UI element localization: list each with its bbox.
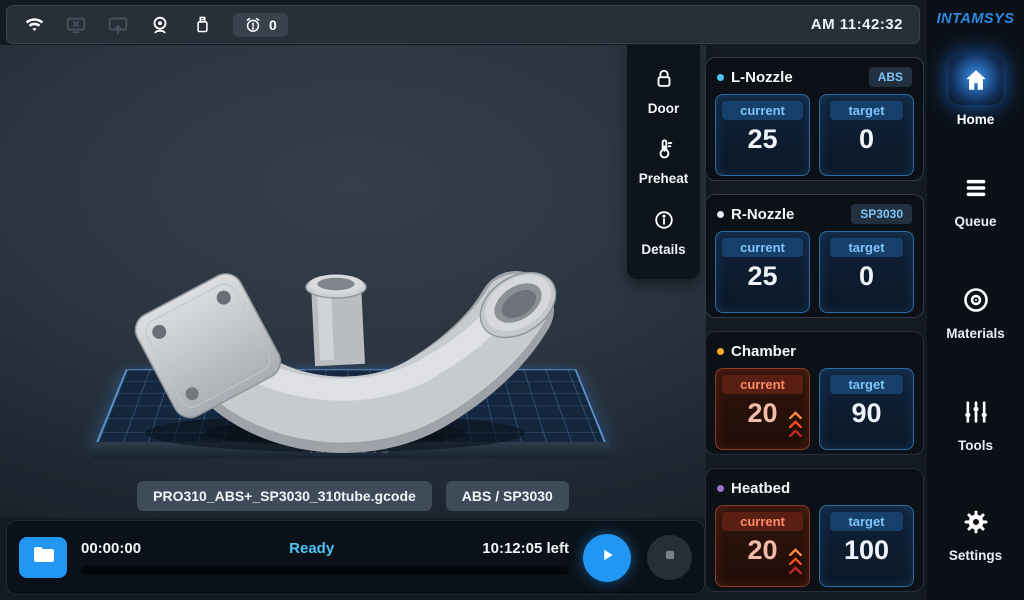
material-badge: ABS [869, 67, 912, 87]
target-label: target [830, 101, 902, 120]
door-button[interactable]: Door [648, 68, 680, 116]
current-temp-box: current 25 [715, 231, 810, 313]
nav-item-tools[interactable]: Tools [927, 398, 1024, 453]
current-label: current [722, 238, 803, 257]
nav-label: Queue [954, 214, 996, 229]
folder-icon [31, 543, 55, 572]
temp-card-name: L-Nozzle [731, 69, 793, 86]
temp-card-name: Heatbed [731, 480, 790, 497]
target-label: target [830, 238, 902, 257]
temp-card-l-nozzle[interactable]: L-Nozzle ABS current 25 target 0 [705, 57, 924, 181]
heating-up-icon [789, 548, 802, 574]
nav-sidebar: INTAMSYS Home Queue Materials Tools [927, 0, 1024, 600]
target-temp-value: 0 [820, 261, 913, 292]
camera-icon[interactable] [149, 14, 171, 36]
nav-label: Settings [949, 548, 1002, 563]
open-file-button[interactable] [19, 537, 67, 578]
current-temp-box: current 20 [715, 368, 810, 450]
brand-logo: INTAMSYS [927, 11, 1024, 27]
progress-area: 00:00:00 Ready 10:12:05 left [81, 540, 569, 575]
usb-drive-icon[interactable] [191, 14, 213, 36]
nav-item-materials[interactable]: Materials [927, 286, 1024, 341]
target-temp-box[interactable]: target 90 [819, 368, 914, 450]
gcode-filename-chip: PRO310_ABS+_SP3030_310tube.gcode [137, 481, 432, 511]
nav-label: Tools [958, 438, 993, 453]
status-bar: 0 AM 11:42:32 [6, 5, 920, 44]
preheat-button[interactable]: Preheat [639, 138, 689, 186]
print-control-bar: 00:00:00 Ready 10:12:05 left [6, 520, 705, 595]
target-label: target [830, 512, 902, 531]
target-temp-box[interactable]: target 0 [819, 94, 914, 176]
temperature-panel: L-Nozzle ABS current 25 target 0 R-Nozzl… [705, 57, 925, 600]
alarm-icon [244, 16, 262, 34]
screen-share-icon[interactable] [107, 14, 129, 36]
preheat-label: Preheat [639, 171, 689, 186]
progress-bar [81, 566, 569, 575]
remaining-time: 10:12:05 left [482, 540, 569, 557]
target-temp-box[interactable]: target 100 [819, 505, 914, 587]
spool-icon [961, 286, 991, 319]
target-label: target [830, 375, 902, 394]
queue-icon [961, 174, 991, 207]
file-info-row: PRO310_ABS+_SP3030_310tube.gcode ABS / S… [0, 481, 706, 511]
home-icon [949, 55, 1003, 105]
temp-card-name: Chamber [731, 343, 796, 360]
play-icon [596, 544, 618, 571]
details-label: Details [641, 242, 685, 257]
material-badge: SP3030 [851, 204, 912, 224]
info-icon [653, 209, 675, 236]
printed-part-3d-model [95, 195, 565, 455]
wifi-icon[interactable] [23, 14, 45, 36]
status-dot [717, 348, 724, 355]
model-viewport[interactable]: INTAMSYS [0, 45, 706, 518]
target-temp-value: 0 [820, 124, 913, 155]
elapsed-time: 00:00:00 [81, 540, 141, 557]
temp-card-r-nozzle[interactable]: R-Nozzle SP3030 current 25 target 0 [705, 194, 924, 318]
nav-item-home[interactable]: Home [927, 55, 1024, 127]
lock-icon [653, 68, 675, 95]
status-dot [717, 74, 724, 81]
temp-card-heatbed[interactable]: Heatbed current 20 target 100 [705, 468, 924, 592]
status-dot [717, 485, 724, 492]
alert-count: 0 [269, 17, 277, 33]
start-print-button[interactable] [583, 534, 631, 582]
material-chip: ABS / SP3030 [446, 481, 569, 511]
current-label: current [722, 375, 803, 394]
target-temp-value: 100 [820, 535, 913, 566]
status-dot [717, 211, 724, 218]
printer-status: Ready [289, 540, 334, 557]
nav-label: Home [957, 112, 995, 127]
target-temp-value: 90 [820, 398, 913, 429]
sliders-icon [961, 398, 991, 431]
alert-pill[interactable]: 0 [233, 13, 288, 37]
target-temp-box[interactable]: target 0 [819, 231, 914, 313]
current-label: current [722, 101, 803, 120]
monitor-off-icon[interactable] [65, 14, 87, 36]
current-temp-value: 25 [716, 124, 809, 155]
current-temp-value: 25 [716, 261, 809, 292]
current-temp-box: current 20 [715, 505, 810, 587]
nav-label: Materials [946, 326, 1005, 341]
details-button[interactable]: Details [641, 209, 685, 257]
door-label: Door [648, 101, 680, 116]
heating-up-icon [789, 411, 802, 437]
stop-print-button[interactable] [647, 535, 692, 580]
temp-card-name: R-Nozzle [731, 206, 794, 223]
stop-icon [661, 546, 679, 569]
current-temp-box: current 25 [715, 94, 810, 176]
clock-time: AM 11:42:32 [811, 16, 903, 33]
quick-actions-panel: Door Preheat Details [627, 45, 700, 279]
temp-card-chamber[interactable]: Chamber current 20 target 90 [705, 331, 924, 455]
gear-icon [962, 508, 990, 541]
nav-item-settings[interactable]: Settings [927, 508, 1024, 563]
current-label: current [722, 512, 803, 531]
nav-item-queue[interactable]: Queue [927, 174, 1024, 229]
thermometer-icon [653, 138, 675, 165]
